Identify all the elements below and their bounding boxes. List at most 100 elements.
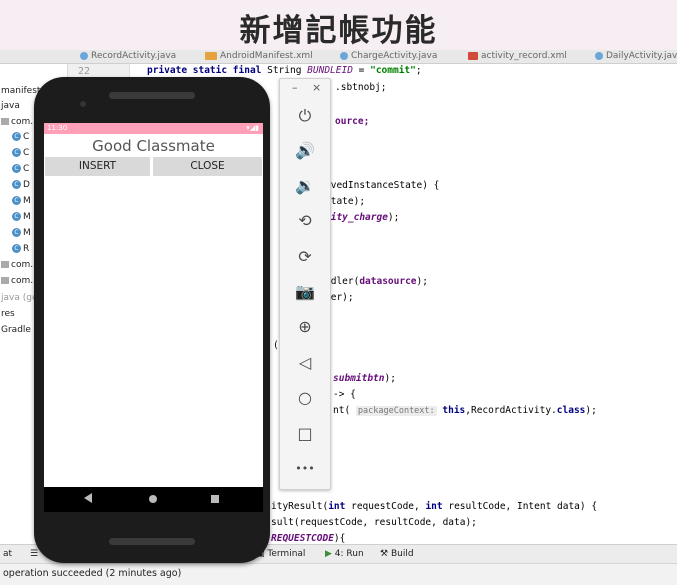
code-line: ndler(datasource); [325, 276, 428, 287]
status-message: operation succeeded (2 minutes ago) [3, 568, 182, 579]
status-bar: operation succeeded (2 minutes ago) [0, 563, 677, 585]
editor-tab-bar: RecordActivity.java AndroidManifest.xml … [0, 50, 677, 64]
volume-up-icon: 🔊 [295, 141, 315, 160]
emulator-window-controls: – × [280, 79, 330, 99]
nav-home-icon[interactable] [149, 495, 157, 503]
back-icon: ◁ [298, 353, 312, 372]
tab-daily-activity[interactable]: DailyActivity.java [595, 50, 677, 63]
tree-item-package[interactable]: com. [1, 276, 33, 286]
rotate-right-icon: ⟳ [298, 247, 312, 266]
phone-screen[interactable]: 11:30 ▾◢▮ Good Classmate INSERT CLOSE [44, 123, 263, 512]
close-button[interactable]: × [312, 81, 321, 94]
class-icon: C [12, 244, 21, 253]
home-icon: ○ [298, 388, 312, 407]
code-line: ( [273, 340, 279, 351]
code-line: private static final String BUNDLEID = "… [147, 65, 422, 76]
class-icon: C [12, 196, 21, 205]
rotate-left-button[interactable]: ⟲ [293, 209, 317, 233]
emulator-phone: 11:30 ▾◢▮ Good Classmate INSERT CLOSE [34, 77, 270, 563]
code-line: .sbtnobj; [335, 82, 387, 93]
overview-button[interactable]: □ [293, 422, 317, 446]
layout-file-icon [468, 51, 478, 60]
tree-item-java[interactable]: java [1, 101, 20, 111]
tab-manifest[interactable]: AndroidManifest.xml [205, 50, 313, 63]
class-icon: C [12, 164, 21, 173]
tree-item-class[interactable]: CD [12, 180, 30, 190]
zoom-icon: ⊕ [298, 317, 312, 336]
power-button[interactable]: ⏻ [293, 104, 317, 128]
code-line: avedInstanceState) { [325, 180, 440, 191]
tab-charge-activity[interactable]: ChargeActivity.java [340, 50, 437, 63]
tree-item-class[interactable]: CM [12, 212, 31, 222]
camera-icon: 📷 [295, 282, 315, 301]
code-line: vity_charge); [325, 212, 400, 223]
hammer-icon: ⚒ [380, 549, 391, 559]
class-icon: C [12, 148, 21, 157]
tree-item-package[interactable]: com. [1, 117, 33, 127]
class-icon: C [12, 132, 21, 141]
android-nav-bar [44, 487, 263, 512]
code-line: ityResult(int requestCode, int resultCod… [271, 501, 598, 512]
more-button[interactable]: ••• [293, 457, 317, 481]
db-icon: ☰ [30, 549, 39, 559]
bottom-tab-left[interactable]: at [3, 549, 12, 559]
code-line: -> { [333, 389, 356, 400]
line-number: 22 [78, 66, 91, 77]
screenshot-button[interactable]: 📷 [293, 280, 317, 304]
close-app-button[interactable]: CLOSE [153, 157, 262, 176]
class-icon: C [12, 212, 21, 221]
volume-down-icon: 🔉 [295, 176, 315, 195]
code-line: submitbtn); [333, 373, 396, 384]
tree-item-class[interactable]: CC [12, 164, 29, 174]
xml-file-icon [205, 51, 217, 60]
build-tab[interactable]: ⚒ Build [380, 549, 414, 559]
run-tab[interactable]: ▶ 4: Run [325, 549, 364, 559]
overview-icon: □ [297, 424, 313, 443]
rotate-left-icon: ⟲ [298, 211, 312, 230]
volume-up-button[interactable]: 🔊 [293, 139, 317, 163]
minimize-button[interactable]: – [292, 81, 298, 94]
code-line: REQUESTCODE){ [271, 533, 346, 544]
class-icon: C [12, 180, 21, 189]
java-file-icon [340, 51, 348, 60]
volume-down-button[interactable]: 🔉 [293, 174, 317, 198]
more-icon: ••• [295, 462, 315, 475]
zoom-button[interactable]: ⊕ [293, 315, 317, 339]
app-title: Good Classmate [92, 137, 215, 155]
android-status-bar: 11:30 ▾◢▮ [44, 123, 263, 134]
insert-button[interactable]: INSERT [45, 157, 150, 176]
signal-battery-icon: ▾◢▮ [246, 124, 259, 132]
front-camera [80, 101, 86, 107]
run-icon: ▶ [325, 549, 335, 559]
code-line: State); [325, 196, 366, 207]
slide-title: 新增記帳功能 [239, 13, 438, 49]
status-time: 11:30 [47, 124, 68, 132]
code-line: sult(requestCode, resultCode, data); [271, 517, 477, 528]
tree-item-class[interactable]: CR [12, 244, 29, 254]
nav-recent-icon[interactable] [211, 495, 219, 503]
emulator-toolbar: – × ⏻ 🔊 🔉 ⟲ ⟳ 📷 ⊕ ◁ ○ □ ••• [279, 78, 331, 490]
tree-item-class[interactable]: CC [12, 148, 29, 158]
speaker-grille [109, 92, 195, 99]
class-icon: C [12, 228, 21, 237]
tab-activity-record[interactable]: activity_record.xml [468, 50, 567, 63]
package-icon [1, 261, 9, 268]
rotate-right-button[interactable]: ⟳ [293, 245, 317, 269]
speaker-grille [109, 538, 195, 545]
java-file-icon [80, 51, 88, 60]
tree-item-class[interactable]: CM [12, 228, 31, 238]
nav-back-icon[interactable] [84, 493, 92, 503]
slide-title-band: 新增記帳功能 [0, 0, 677, 50]
tree-item-res[interactable]: res [1, 309, 15, 319]
power-icon: ⏻ [298, 106, 312, 125]
package-icon [1, 277, 9, 284]
tree-item-package[interactable]: com. [1, 260, 33, 270]
code-line: nt( packageContext: this,RecordActivity.… [333, 405, 597, 416]
tab-record-activity[interactable]: RecordActivity.java [80, 50, 176, 63]
tree-item-class[interactable]: CC [12, 132, 29, 142]
home-button[interactable]: ○ [293, 386, 317, 410]
tree-item-class[interactable]: CM [12, 196, 31, 206]
back-button[interactable]: ◁ [293, 351, 317, 375]
package-icon [1, 118, 9, 125]
tree-item-java-generated[interactable]: java (ge [1, 293, 37, 303]
